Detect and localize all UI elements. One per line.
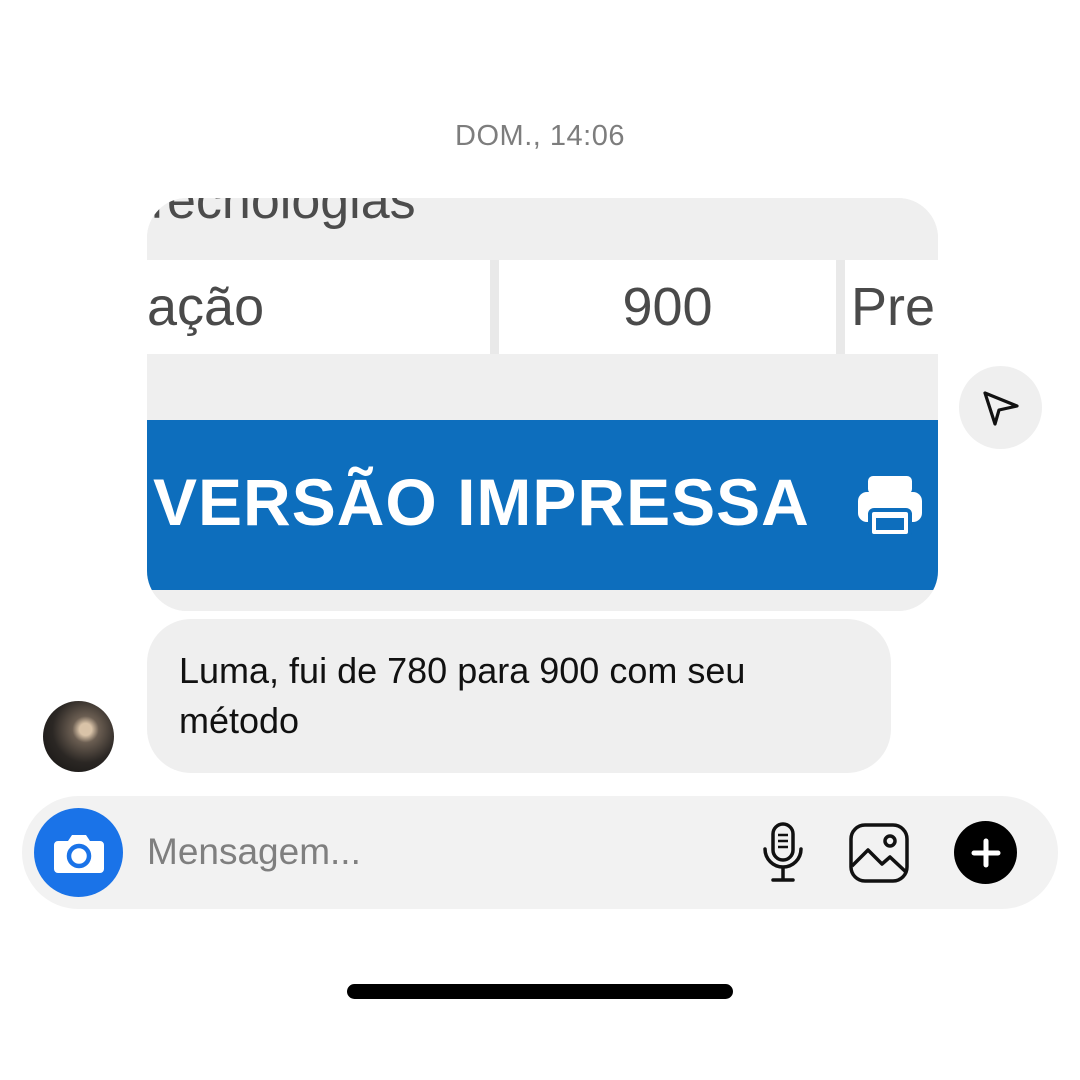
shared-image-message[interactable]: Tecnologias ação 900 Pre VERSÃO IMPRESSA: [147, 198, 938, 611]
image-banner-text: VERSÃO IMPRESSA: [153, 465, 810, 539]
message-timestamp: DOM., 14:06: [455, 120, 625, 152]
text-message[interactable]: Luma, fui de 780 para 900 com seu método: [147, 619, 891, 773]
send-icon: [982, 390, 1019, 426]
message-composer: [22, 796, 1058, 909]
gallery-icon: [849, 823, 909, 883]
microphone-button[interactable]: [753, 820, 813, 886]
image-table-cell: ação: [147, 260, 490, 354]
add-button[interactable]: [954, 821, 1017, 884]
image-header-strip: Tecnologias: [147, 198, 938, 260]
image-footer-strip: [147, 590, 938, 611]
microphone-icon: [763, 822, 803, 882]
image-print-banner: VERSÃO IMPRESSA: [147, 420, 938, 590]
chat-screen: DOM., 14:06 Tecnologias ação 900 Pre VER…: [0, 0, 1080, 1080]
gallery-button[interactable]: [846, 820, 912, 886]
plus-icon: [971, 838, 1000, 867]
message-input[interactable]: [147, 826, 707, 878]
image-table-cell: Pre: [845, 260, 938, 354]
home-indicator[interactable]: [347, 984, 733, 999]
share-button[interactable]: [959, 366, 1042, 449]
image-table-cell: 900: [499, 260, 836, 354]
camera-icon: [53, 834, 104, 873]
image-divider: [147, 354, 938, 420]
printer-icon: [858, 476, 922, 538]
avatar[interactable]: [43, 701, 114, 772]
camera-button[interactable]: [34, 808, 123, 897]
image-header-text: Tecnologias: [147, 198, 416, 230]
image-table-row: ação 900 Pre: [147, 260, 938, 354]
